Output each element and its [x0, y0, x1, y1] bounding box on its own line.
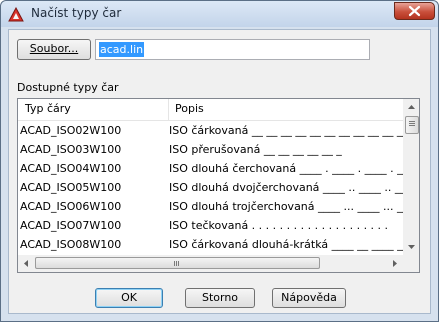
linetype-description: ISO dlouhá trojčerchovaná ____ ... ____ … — [169, 200, 419, 213]
scroll-left-arrow-icon[interactable] — [18, 255, 35, 272]
column-header-linetype[interactable]: Typ čáry — [18, 99, 169, 120]
linetype-name: ACAD_ISO08W100 — [20, 238, 122, 251]
file-name-value: acad.lin — [99, 42, 145, 57]
help-button-label: Nápověda — [281, 291, 337, 304]
file-button-label: Soubor... — [29, 42, 79, 55]
linetype-name: ACAD_ISO03W100 — [20, 143, 122, 156]
autocad-app-icon — [8, 7, 24, 22]
linetype-name: ACAD_ISO05W100 — [20, 181, 122, 194]
linetype-description: ISO přerušovaná __ __ __ __ __ _ — [169, 143, 342, 156]
file-name-field[interactable]: acad.lin — [95, 39, 370, 60]
vertical-scroll-thumb[interactable] — [405, 116, 419, 134]
window-title: Načíst typy čar — [31, 6, 122, 20]
linetype-description: ISO tečkovaná . . . . . . . . . . . . . … — [169, 219, 389, 232]
linetype-name: ACAD_ISO02W100 — [20, 124, 122, 137]
file-button[interactable]: Soubor... — [17, 39, 91, 60]
available-linetypes-label: Dostupné typy čar — [17, 81, 119, 94]
scroll-right-arrow-icon[interactable] — [386, 255, 403, 272]
horizontal-scrollbar[interactable] — [18, 255, 403, 272]
table-row[interactable]: ACAD_ISO06W100 ISO dlouhá trojčerchovaná … — [18, 197, 419, 216]
table-row[interactable]: ACAD_ISO07W100 ISO tečkovaná . . . . . . … — [18, 216, 403, 235]
linetype-description: ISO čárkovaná dlouhá-krátká ____ __ ____… — [169, 238, 420, 251]
linetype-description: ISO dlouhá čerchovaná ____ . ____ . ____… — [169, 162, 420, 175]
linetype-name: ACAD_ISO04W100 — [20, 162, 122, 175]
scroll-up-arrow-icon[interactable] — [403, 99, 420, 116]
help-button[interactable]: Nápověda — [272, 288, 346, 308]
linetype-list[interactable]: Typ čáry Popis ACAD_ISO02W100 ISO čárkova… — [17, 98, 420, 273]
ok-button[interactable]: OK — [95, 288, 163, 308]
linetype-name: ACAD_ISO07W100 — [20, 219, 122, 232]
linetype-description: ISO čárkovaná __ __ __ __ __ __ __ __ __… — [169, 124, 408, 137]
table-row[interactable]: ACAD_ISO02W100 ISO čárkovaná __ __ __ __ … — [18, 121, 408, 140]
cancel-button-label: Storno — [201, 291, 239, 304]
linetype-description: ISO dlouhá dvojčerchovaná ____ .. ____ .… — [169, 181, 417, 194]
table-row[interactable]: ACAD_ISO05W100 ISO dlouhá dvojčerchovaná … — [18, 178, 417, 197]
cancel-button[interactable]: Storno — [185, 288, 255, 308]
vertical-scrollbar[interactable] — [403, 99, 420, 255]
scroll-down-arrow-icon[interactable] — [403, 238, 420, 255]
close-icon — [408, 5, 421, 17]
title-bar[interactable]: Načíst typy čar — [1, 1, 438, 27]
table-row[interactable]: ACAD_ISO03W100 ISO přerušovaná __ __ __ _… — [18, 140, 403, 159]
linetype-name: ACAD_ISO06W100 — [20, 200, 122, 213]
table-row[interactable]: ACAD_ISO04W100 ISO dlouhá čerchovaná ____… — [18, 159, 419, 178]
scrollbar-corner — [403, 255, 419, 272]
column-header-description[interactable]: Popis — [169, 99, 403, 120]
close-button[interactable] — [394, 2, 435, 20]
table-row[interactable]: ACAD_ISO08W100 ISO čárkovaná dlouhá-krátk… — [18, 235, 419, 254]
ok-button-label: OK — [121, 291, 137, 304]
dialog-window: Načíst typy čar Soubor... acad.lin Dostu… — [0, 0, 439, 322]
horizontal-scroll-thumb[interactable] — [35, 257, 320, 269]
list-header: Typ čáry Popis — [18, 99, 403, 121]
